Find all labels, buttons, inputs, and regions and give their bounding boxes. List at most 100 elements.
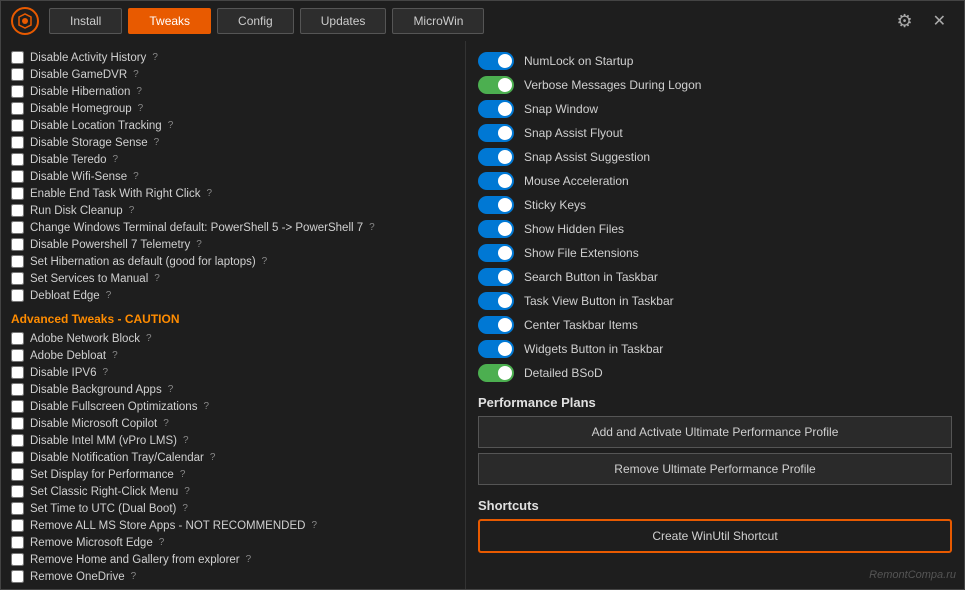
help-icon[interactable]: ? [152, 52, 158, 63]
help-icon[interactable]: ? [311, 520, 317, 531]
help-icon[interactable]: ? [369, 222, 375, 233]
help-icon[interactable]: ? [106, 290, 112, 301]
item-label: Disable IPV6 [30, 367, 96, 379]
disable-fullscreen-opt-checkbox[interactable] [11, 400, 24, 413]
detailed-bsod-toggle[interactable] [478, 364, 514, 382]
disable-activity-history-checkbox[interactable] [11, 51, 24, 64]
help-icon[interactable]: ? [196, 239, 202, 250]
tab-config[interactable]: Config [217, 8, 294, 34]
settings-button[interactable]: ⚙ [890, 9, 918, 34]
help-icon[interactable]: ? [102, 367, 108, 378]
disable-homegroup-checkbox[interactable] [11, 102, 24, 115]
add-performance-profile-button[interactable]: Add and Activate Ultimate Performance Pr… [478, 416, 952, 448]
help-icon[interactable]: ? [138, 103, 144, 114]
set-classic-right-click-checkbox[interactable] [11, 485, 24, 498]
verbose-messages-toggle[interactable] [478, 76, 514, 94]
disable-background-apps-checkbox[interactable] [11, 383, 24, 396]
center-taskbar-items-toggle[interactable] [478, 316, 514, 334]
disable-ipv6-checkbox[interactable] [11, 366, 24, 379]
show-hidden-files-toggle[interactable] [478, 220, 514, 238]
tab-updates[interactable]: Updates [300, 8, 387, 34]
snap-assist-flyout-toggle[interactable] [478, 124, 514, 142]
list-item: Remove Microsoft Edge ? [11, 534, 455, 551]
toggle-label: Task View Button in Taskbar [524, 294, 674, 308]
toggle-label: Center Taskbar Items [524, 318, 638, 332]
help-icon[interactable]: ? [146, 333, 152, 344]
disable-ms-copilot-checkbox[interactable] [11, 417, 24, 430]
tab-microwin[interactable]: MicroWin [392, 8, 484, 34]
remove-performance-profile-button[interactable]: Remove Ultimate Performance Profile [478, 453, 952, 485]
tab-install[interactable]: Install [49, 8, 122, 34]
help-icon[interactable]: ? [133, 69, 139, 80]
help-icon[interactable]: ? [246, 554, 252, 565]
set-services-manual-checkbox[interactable] [11, 272, 24, 285]
remove-home-gallery-checkbox[interactable] [11, 553, 24, 566]
tab-tweaks[interactable]: Tweaks [128, 8, 211, 34]
adobe-debloat-checkbox[interactable] [11, 349, 24, 362]
help-icon[interactable]: ? [136, 86, 142, 97]
mouse-acceleration-toggle[interactable] [478, 172, 514, 190]
help-icon[interactable]: ? [184, 486, 190, 497]
snap-window-toggle[interactable] [478, 100, 514, 118]
help-icon[interactable]: ? [183, 435, 189, 446]
task-view-button-toggle[interactable] [478, 292, 514, 310]
sticky-keys-toggle[interactable] [478, 196, 514, 214]
help-icon[interactable]: ? [168, 384, 174, 395]
item-label: Disable Powershell 7 Telemetry [30, 239, 190, 251]
change-terminal-checkbox[interactable] [11, 221, 24, 234]
disable-intel-mm-checkbox[interactable] [11, 434, 24, 447]
disable-location-tracking-checkbox[interactable] [11, 119, 24, 132]
help-icon[interactable]: ? [159, 537, 165, 548]
set-time-utc-checkbox[interactable] [11, 502, 24, 515]
list-item: Debloat Edge ? [11, 287, 455, 304]
toggle-row-sticky-keys: Sticky Keys [478, 193, 952, 217]
disable-ps7-telemetry-checkbox[interactable] [11, 238, 24, 251]
toggle-row-numlock: NumLock on Startup [478, 49, 952, 73]
set-hibernation-default-checkbox[interactable] [11, 255, 24, 268]
close-button[interactable]: ✕ [925, 9, 954, 33]
list-item: Set Services to Manual ? [11, 270, 455, 287]
help-icon[interactable]: ? [113, 154, 119, 165]
help-icon[interactable]: ? [168, 120, 174, 131]
search-button-taskbar-toggle[interactable] [478, 268, 514, 286]
numlock-toggle[interactable] [478, 52, 514, 70]
show-file-extensions-toggle[interactable] [478, 244, 514, 262]
help-icon[interactable]: ? [163, 418, 169, 429]
create-shortcut-button[interactable]: Create WinUtil Shortcut [478, 519, 952, 553]
disable-storage-sense-checkbox[interactable] [11, 136, 24, 149]
help-icon[interactable]: ? [131, 571, 137, 582]
toggle-row-snap-window: Snap Window [478, 97, 952, 121]
disable-hibernation-checkbox[interactable] [11, 85, 24, 98]
set-display-perf-checkbox[interactable] [11, 468, 24, 481]
remove-onedrive-checkbox[interactable] [11, 570, 24, 583]
help-icon[interactable]: ? [154, 137, 160, 148]
help-icon[interactable]: ? [180, 469, 186, 480]
item-label: Remove OneDrive [30, 571, 125, 583]
help-icon[interactable]: ? [210, 452, 216, 463]
help-icon[interactable]: ? [154, 273, 160, 284]
help-icon[interactable]: ? [206, 188, 212, 199]
remove-ms-store-apps-checkbox[interactable] [11, 519, 24, 532]
help-icon[interactable]: ? [112, 350, 118, 361]
run-disk-cleanup-checkbox[interactable] [11, 204, 24, 217]
help-icon[interactable]: ? [262, 256, 268, 267]
disable-teredo-checkbox[interactable] [11, 153, 24, 166]
list-item: Set Classic Right-Click Menu ? [11, 483, 455, 500]
help-icon[interactable]: ? [133, 171, 139, 182]
snap-assist-suggestion-toggle[interactable] [478, 148, 514, 166]
disable-notif-tray-checkbox[interactable] [11, 451, 24, 464]
list-item: Disable Wifi-Sense ? [11, 168, 455, 185]
help-icon[interactable]: ? [129, 205, 135, 216]
list-item: Set Time to UTC (Dual Boot) ? [11, 500, 455, 517]
adobe-network-block-checkbox[interactable] [11, 332, 24, 345]
disable-gamedvr-checkbox[interactable] [11, 68, 24, 81]
help-icon[interactable]: ? [182, 503, 188, 514]
right-panel: NumLock on Startup Verbose Messages Duri… [466, 41, 964, 589]
list-item: Disable Teredo ? [11, 151, 455, 168]
enable-end-task-checkbox[interactable] [11, 187, 24, 200]
disable-wifisense-checkbox[interactable] [11, 170, 24, 183]
help-icon[interactable]: ? [203, 401, 209, 412]
debloat-edge-checkbox[interactable] [11, 289, 24, 302]
remove-ms-edge-checkbox[interactable] [11, 536, 24, 549]
widgets-button-toggle[interactable] [478, 340, 514, 358]
